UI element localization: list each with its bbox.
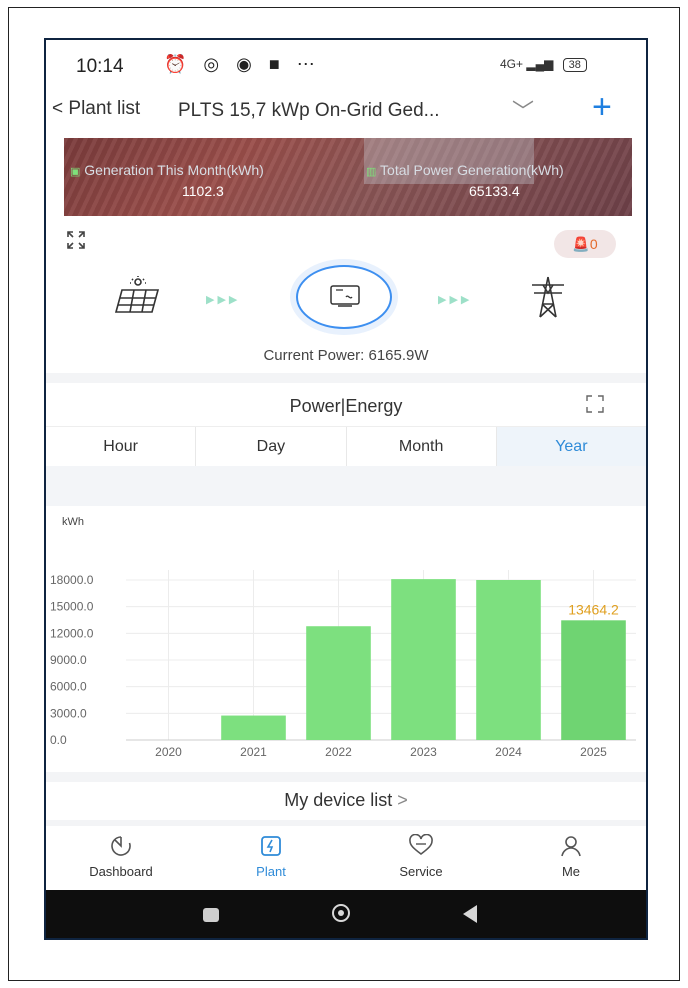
nav-me[interactable]: Me: [496, 826, 646, 890]
y-tick-label: 6000.0: [50, 680, 87, 694]
chevron-right-icon: >: [397, 790, 408, 810]
x-tick-label: 2021: [240, 745, 267, 759]
tab-year[interactable]: Year: [496, 427, 646, 467]
solar-panel-icon: [112, 276, 164, 321]
generation-banner: ▣ Generation This Month(kWh) 1102.3 ▥ To…: [64, 138, 632, 216]
y-tick-label: 3000.0: [50, 706, 87, 720]
section-divider-2: [46, 772, 646, 782]
total-generation-label: ▥ Total Power Generation(kWh): [366, 162, 564, 178]
total-generation-value: 65133.4: [469, 183, 520, 199]
nav-dashboard-label: Dashboard: [89, 864, 153, 879]
alarm-siren-icon: 🚨: [572, 236, 590, 252]
bar-chart-small-icon: ▥: [366, 166, 377, 178]
nav-dashboard[interactable]: Dashboard: [46, 826, 196, 890]
profile-icon: [496, 834, 646, 862]
current-power-text: Current Power: 6165.9W: [263, 347, 429, 364]
back-label: Plant list: [68, 98, 141, 119]
chart-unit-label: kWh: [62, 516, 84, 528]
x-tick-label: 2020: [155, 745, 182, 759]
signal-icon: ▂▄▆: [526, 57, 554, 71]
fullscreen-expand-icon[interactable]: [66, 230, 86, 255]
flow-arrows-right: ▶▶▶: [438, 294, 473, 306]
alarm-count: 0: [589, 236, 598, 252]
generation-month-label: ▣ Generation This Month(kWh): [70, 162, 264, 178]
power-grid-tower-icon: [528, 276, 568, 323]
nav-service-label: Service: [399, 864, 443, 879]
bar-value-label: 13464.2: [568, 601, 619, 617]
section-divider: [46, 373, 646, 383]
recents-button[interactable]: [203, 908, 219, 922]
tab-month[interactable]: Month: [347, 427, 497, 467]
date-picker-strip: [46, 466, 646, 506]
total-generation-text: Total Power Generation(kWh): [380, 162, 564, 178]
chevron-down-icon[interactable]: ﹀: [512, 94, 534, 126]
generation-month-text: Generation This Month(kWh): [84, 162, 264, 178]
nav-me-label: Me: [561, 864, 581, 879]
x-tick-label: 2023: [410, 745, 437, 759]
battery-icon: 38: [562, 58, 587, 72]
inverter-button[interactable]: [296, 265, 392, 329]
network-label: 4G+: [500, 57, 524, 71]
y-tick-label: 12000.0: [50, 626, 94, 640]
nav-plant-label: Plant: [256, 864, 286, 879]
bar-2023: [391, 579, 456, 740]
y-tick-label: 0.0: [50, 733, 67, 747]
status-bar: 10:14 ⏰ ◎ ◉ ■ ⋯ 4G+ ▂▄▆ 38: [46, 40, 646, 88]
bar-2025: [561, 620, 626, 740]
status-notification-icons: ⏰ ◎ ◉ ■ ⋯: [164, 54, 321, 74]
dashboard-icon: [46, 834, 196, 862]
nav-plant[interactable]: Plant: [196, 826, 346, 890]
y-tick-label: 15000.0: [50, 600, 94, 614]
status-time: 10:14: [76, 56, 124, 77]
inverter-icon: [330, 285, 360, 307]
bar-2021: [221, 715, 286, 740]
x-tick-label: 2024: [495, 745, 522, 759]
back-to-plant-list[interactable]: < Plant list: [52, 98, 140, 120]
service-icon: [346, 833, 496, 862]
phone-screen: 10:14 ⏰ ◎ ◉ ■ ⋯ 4G+ ▂▄▆ 38 < Plant list …: [44, 38, 648, 940]
bottom-navigation: Dashboard Plant Service Me: [46, 826, 646, 890]
home-button-dot: [338, 910, 344, 916]
x-tick-label: 2025: [580, 745, 607, 759]
device-list-label: My device list: [284, 790, 393, 810]
status-right-icons: 4G+ ▂▄▆ 38: [500, 57, 587, 72]
android-system-nav: [46, 890, 646, 938]
chart-expand-icon[interactable]: [586, 395, 604, 417]
my-device-list-link[interactable]: My device list >: [46, 790, 646, 811]
chevron-left-icon: <: [52, 98, 64, 119]
y-tick-label: 18000.0: [50, 573, 94, 587]
y-tick-label: 9000.0: [50, 653, 87, 667]
x-tick-label: 2022: [325, 745, 352, 759]
tab-hour[interactable]: Hour: [46, 427, 197, 467]
plus-icon[interactable]: +: [592, 88, 612, 127]
battery-small-icon: ▣: [70, 166, 81, 178]
back-button[interactable]: [463, 905, 477, 923]
yearly-energy-bar-chart: 0.0 3000.0 6000.0 9000.0 12000.0 15000.0 18000…: [50, 570, 636, 759]
flow-arrows-left: ▶▶▶: [206, 294, 241, 306]
bar-2024: [476, 580, 541, 740]
generation-month-value: 1102.3: [182, 183, 224, 199]
bar-2022: [306, 626, 371, 740]
tab-day[interactable]: Day: [196, 427, 347, 467]
plant-name-title[interactable]: PLTS 15,7 kWp On-Grid Ged...: [178, 100, 440, 122]
period-tabs: Hour Day Month Year: [46, 426, 646, 467]
power-energy-title: Power|Energy: [289, 396, 403, 416]
alarm-badge[interactable]: 🚨0: [554, 230, 616, 258]
plant-icon: [196, 834, 346, 862]
top-nav-bar: < Plant list PLTS 15,7 kWp On-Grid Ged..…: [46, 88, 646, 134]
nav-service[interactable]: Service: [346, 826, 496, 890]
